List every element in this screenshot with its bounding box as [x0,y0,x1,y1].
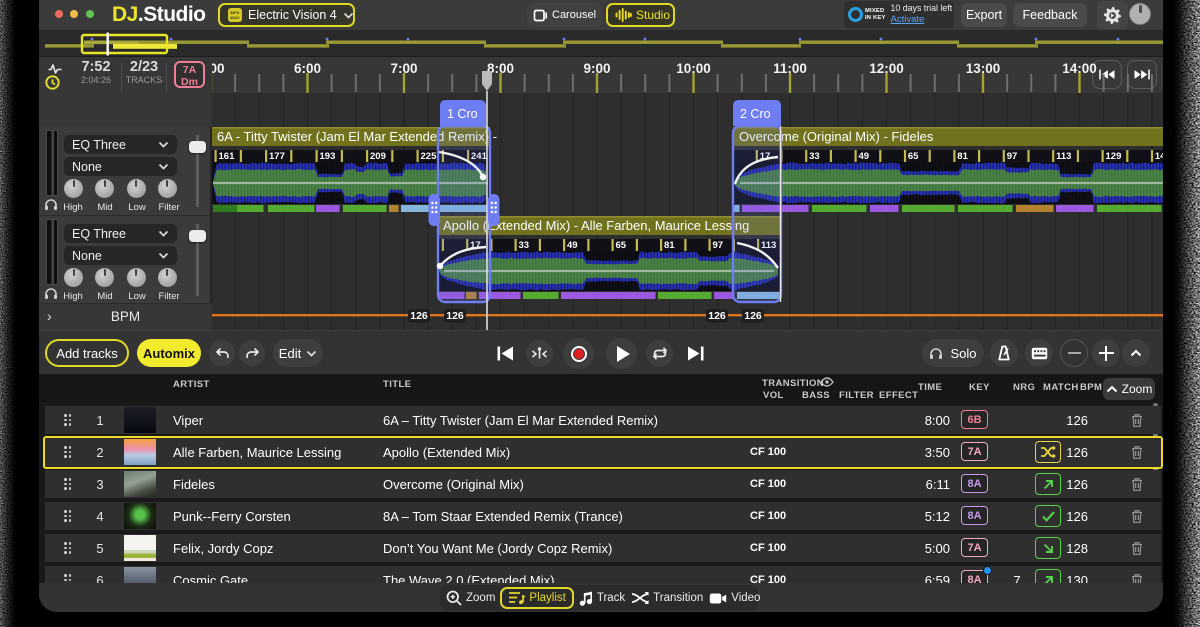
svg-text:145: 145 [1155,151,1163,162]
svg-text:49: 49 [567,240,578,251]
svg-text:113: 113 [1056,151,1071,162]
svg-text:12:00: 12:00 [869,61,904,76]
svg-text:225: 225 [421,151,438,162]
svg-text:14:00: 14:00 [1062,61,1097,76]
svg-text:10:00: 10:00 [676,61,711,76]
svg-text:97: 97 [1007,151,1018,162]
svg-text:81: 81 [957,151,968,162]
svg-text:49: 49 [859,151,870,162]
svg-text:1 Cro: 1 Cro [447,107,478,121]
svg-text:33: 33 [519,240,530,251]
svg-text:7:00: 7:00 [390,61,417,76]
svg-text:126: 126 [446,310,464,322]
svg-text:126: 126 [708,310,726,322]
svg-text:209: 209 [370,151,386,162]
svg-text:81: 81 [664,240,675,251]
svg-text:65: 65 [616,240,627,251]
svg-text:9:00: 9:00 [583,61,610,76]
svg-text:65: 65 [908,151,919,162]
svg-text:97: 97 [713,240,724,251]
svg-text:129: 129 [1106,151,1122,162]
svg-text:2 Cro: 2 Cro [740,107,771,121]
svg-text:126: 126 [410,310,428,322]
svg-text:177: 177 [269,151,285,162]
svg-text:6:00: 6:00 [294,61,321,76]
svg-text:161: 161 [219,151,236,162]
svg-text:126: 126 [744,310,762,322]
svg-text:33: 33 [809,151,820,162]
svg-text:193: 193 [320,151,336,162]
svg-text:5:00: 5:00 [212,61,225,76]
svg-text:11:00: 11:00 [773,61,807,76]
svg-text:13:00: 13:00 [966,61,1001,76]
